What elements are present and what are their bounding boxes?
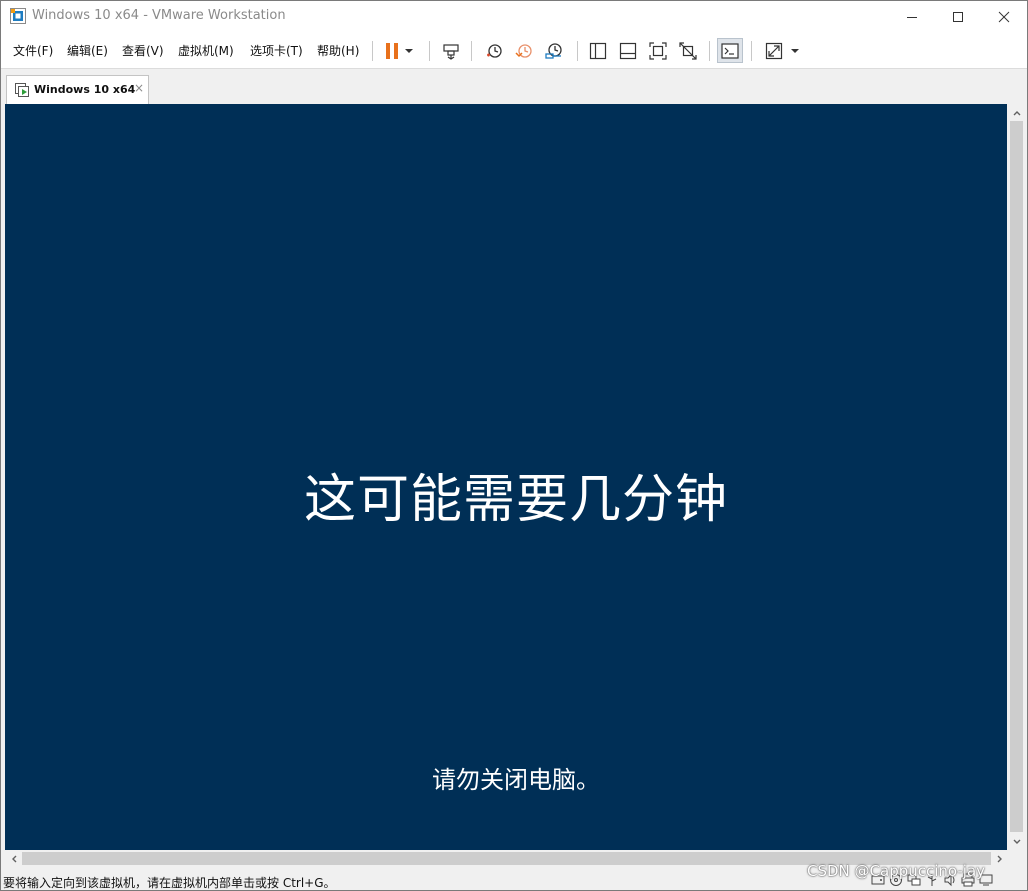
toolbar-separator xyxy=(751,41,752,61)
pause-icon xyxy=(386,42,398,59)
console-view-button[interactable] xyxy=(717,38,743,63)
close-icon xyxy=(998,11,1010,22)
take-snapshot-button[interactable] xyxy=(481,38,507,63)
chevron-down-icon xyxy=(1013,839,1020,844)
menu-toolbar-bar: 文件(F) 编辑(E) 查看(V) 虚拟机(M) 选项卡(T) 帮助(H) xyxy=(1,32,1027,69)
snapshot-take-icon xyxy=(487,43,502,58)
tab-label: Windows 10 x64 xyxy=(34,83,136,96)
tab-strip: Windows 10 x64 × xyxy=(1,69,1027,104)
toolbar-separator xyxy=(471,41,472,61)
toolbar-separator xyxy=(577,41,578,61)
menu-edit[interactable]: 编辑(E) xyxy=(67,41,108,60)
send-ctrl-alt-del-icon xyxy=(443,43,459,60)
chevron-right-icon xyxy=(997,855,1002,862)
scroll-up-button[interactable] xyxy=(1008,104,1025,121)
csdn-watermark: CSDN @Cappuccino-jay xyxy=(807,862,986,880)
stretch-view-button[interactable] xyxy=(761,38,787,63)
unity-button[interactable] xyxy=(675,38,701,63)
maximize-icon xyxy=(953,11,963,22)
vmware-window: Windows 10 x64 - VMware Workstation 文件(F… xyxy=(0,0,1028,891)
minimize-icon xyxy=(907,16,917,18)
minimize-button[interactable] xyxy=(889,1,935,32)
title-bar[interactable]: Windows 10 x64 - VMware Workstation xyxy=(1,1,1027,32)
sidebar-icon xyxy=(589,42,607,59)
tab-windows-10-x64[interactable]: Windows 10 x64 × xyxy=(6,75,149,104)
scroll-right-button[interactable] xyxy=(991,850,1008,867)
vertical-scrollbar[interactable] xyxy=(1008,104,1025,850)
vm-setup-message: 这可能需要几分钟 xyxy=(303,470,728,530)
chevron-up-icon xyxy=(1013,110,1020,115)
menu-vm[interactable]: 虚拟机(M) xyxy=(178,41,234,60)
thumbnail-bar-button[interactable] xyxy=(615,38,641,63)
menu-file[interactable]: 文件(F) xyxy=(13,41,53,60)
dropdown-arrow-icon xyxy=(405,48,413,53)
status-message: 要将输入定向到该虚拟机，请在虚拟机内部单击或按 Ctrl+G。 xyxy=(3,876,336,890)
toolbar-separator xyxy=(429,41,430,61)
maximize-button[interactable] xyxy=(935,1,981,32)
unity-icon xyxy=(679,41,697,60)
stretch-view-icon xyxy=(765,42,783,59)
stretch-view-dropdown-button[interactable] xyxy=(787,38,803,63)
revert-snapshot-button[interactable] xyxy=(511,38,537,63)
vm-tab-icon xyxy=(15,83,29,97)
chevron-left-icon xyxy=(11,855,16,862)
tab-close-icon[interactable]: × xyxy=(134,81,144,95)
window-title: Windows 10 x64 - VMware Workstation xyxy=(32,8,286,23)
scroll-down-button[interactable] xyxy=(1008,833,1025,850)
menu-help[interactable]: 帮助(H) xyxy=(317,41,359,60)
console-view-icon xyxy=(721,42,739,59)
dropdown-arrow-icon xyxy=(791,48,799,53)
vm-console-screen[interactable]: 这可能需要几分钟 请勿关闭电脑。 xyxy=(5,104,1007,850)
close-button[interactable] xyxy=(981,1,1027,32)
send-ctrl-alt-del-button[interactable] xyxy=(438,38,464,63)
thumbnail-bar-icon xyxy=(619,42,637,59)
snapshot-manager-button[interactable] xyxy=(541,38,567,63)
vm-setup-subtitle: 请勿关闭电脑。 xyxy=(432,766,600,794)
snapshot-revert-icon xyxy=(515,43,532,58)
menu-view[interactable]: 查看(V) xyxy=(122,41,164,60)
full-screen-button[interactable] xyxy=(645,38,671,63)
full-screen-icon xyxy=(649,41,667,60)
vertical-scroll-thumb[interactable] xyxy=(1010,121,1023,832)
vmware-app-icon xyxy=(10,8,26,24)
snapshot-manager-icon xyxy=(545,42,562,59)
menu-tabs[interactable]: 选项卡(T) xyxy=(250,41,303,60)
toolbar-separator xyxy=(709,41,710,61)
power-dropdown-button[interactable] xyxy=(401,38,417,63)
show-library-button[interactable] xyxy=(585,38,611,63)
scroll-left-button[interactable] xyxy=(5,850,22,867)
toolbar-separator xyxy=(372,41,373,61)
